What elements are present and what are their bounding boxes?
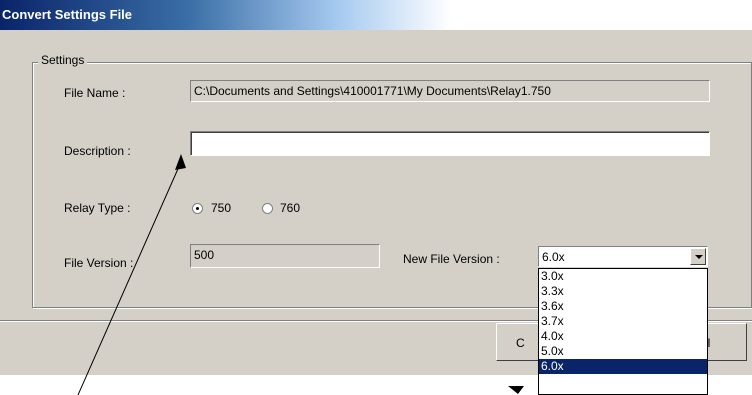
annotation-arrowhead-down [508, 386, 524, 394]
description-label: Description : [64, 144, 131, 158]
file-version-label: File Version : [64, 256, 134, 270]
new-file-version-value: 6.0x [542, 250, 565, 264]
title-bar[interactable]: Convert Settings File [0, 0, 752, 30]
version-option[interactable]: 3.3x [539, 284, 707, 299]
chevron-down-icon[interactable] [690, 248, 706, 265]
version-option-selected[interactable]: 6.0x [539, 359, 707, 374]
settings-group-label: Settings [38, 53, 88, 67]
convert-button-label: C [516, 336, 525, 350]
relay-760-radio[interactable] [262, 203, 273, 214]
version-option[interactable]: 5.0x [539, 344, 707, 359]
file-name-label: File Name : [64, 86, 126, 100]
file-version-field: 500 [190, 244, 380, 268]
new-file-version-label: New File Version : [403, 252, 500, 266]
relay-type-label: Relay Type : [64, 201, 131, 215]
version-option[interactable]: 3.0x [539, 269, 707, 284]
version-dropdown-list[interactable]: 3.0x 3.3x 3.6x 3.7x 4.0x 5.0x 6.0x [538, 268, 708, 395]
new-file-version-select[interactable]: 6.0x [538, 246, 708, 267]
window-title: Convert Settings File [2, 7, 133, 22]
file-name-field: C:\Documents and Settings\410001771\My D… [190, 80, 710, 102]
relay-760-label[interactable]: 760 [280, 201, 300, 215]
relay-750-radio[interactable] [192, 203, 203, 214]
version-option[interactable]: 3.7x [539, 314, 707, 329]
description-input[interactable] [190, 131, 710, 156]
version-option[interactable]: 3.6x [539, 299, 707, 314]
version-option[interactable]: 4.0x [539, 329, 707, 344]
relay-750-label[interactable]: 750 [211, 201, 231, 215]
